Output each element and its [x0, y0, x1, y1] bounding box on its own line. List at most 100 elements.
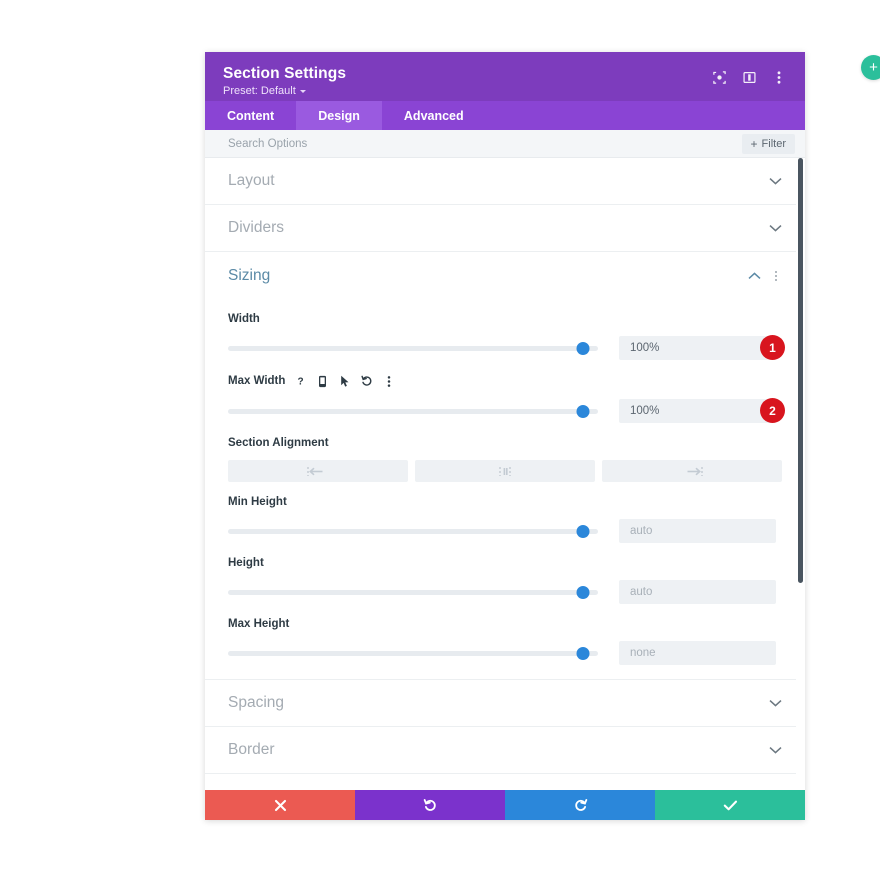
- section-toggle-sizing[interactable]: Sizing: [205, 252, 805, 299]
- min-height-slider[interactable]: [228, 520, 598, 542]
- slider-track: [228, 528, 598, 534]
- section-sizing: Sizing Width 100% 1 Max Width ? 100% 2 S…: [205, 252, 805, 680]
- panel-header: Section Settings Preset: Default: [205, 52, 805, 101]
- add-section-button[interactable]: +: [861, 55, 880, 80]
- plus-icon: +: [869, 59, 878, 76]
- field-label: Max Width: [228, 375, 286, 387]
- chevron-down-icon: [769, 744, 782, 757]
- undo-button[interactable]: [355, 790, 505, 820]
- field-label: Min Height: [228, 496, 287, 508]
- focus-target-icon[interactable]: [711, 69, 727, 85]
- header-titles: Section Settings Preset: Default: [223, 65, 346, 97]
- slider-thumb[interactable]: [576, 585, 590, 599]
- panel-layout-icon[interactable]: [741, 69, 757, 85]
- redo-button[interactable]: [505, 790, 655, 820]
- slider-track: [228, 589, 598, 595]
- redo-icon: [573, 798, 588, 813]
- section-controls-border: [769, 744, 782, 757]
- cursor-pointer-icon[interactable]: [338, 374, 351, 388]
- preset-label: Preset: Default: [223, 85, 296, 98]
- plus-icon: +: [750, 136, 758, 151]
- section-controls-spacing: [769, 697, 782, 710]
- slider-thumb[interactable]: [576, 646, 590, 660]
- max-width-value-box: 2: [619, 398, 785, 423]
- header-icon-group: [711, 69, 787, 85]
- section-toggle-layout[interactable]: Layout: [205, 158, 805, 205]
- field-label: Width: [228, 313, 260, 325]
- filter-label: Filter: [761, 137, 786, 150]
- field-min-height: Min Height: [205, 496, 805, 543]
- mobile-device-icon[interactable]: [316, 374, 329, 388]
- max-width-slider[interactable]: [228, 400, 598, 422]
- align-center-icon[interactable]: [415, 460, 595, 482]
- slider-row-min-height: [228, 519, 782, 543]
- search-input[interactable]: [228, 137, 558, 150]
- slider-thumb[interactable]: [576, 341, 590, 355]
- field-max-width: Max Width ? 100% 2: [205, 374, 805, 423]
- height-slider[interactable]: [228, 581, 598, 603]
- align-right-icon[interactable]: [602, 460, 782, 482]
- field-label-row-width: Width: [228, 313, 782, 325]
- height-input[interactable]: [630, 586, 765, 598]
- field-label-row-max-height: Max Height: [228, 618, 782, 630]
- preset-selector[interactable]: Preset: Default: [223, 85, 346, 97]
- field-icon-group: ?: [294, 374, 395, 388]
- section-title-sizing: Sizing: [228, 266, 271, 284]
- slider-thumb[interactable]: [576, 524, 590, 538]
- field-label-row-max-width: Max Width ?: [228, 374, 782, 388]
- chevron-up-icon[interactable]: [748, 269, 761, 282]
- tab-advanced[interactable]: Advanced: [382, 101, 486, 130]
- alignment-button-group: [228, 460, 782, 482]
- save-button[interactable]: [655, 790, 805, 820]
- section-title-spacing: Spacing: [228, 694, 285, 711]
- align-left-icon[interactable]: [228, 460, 408, 482]
- slider-track: [228, 650, 598, 656]
- check-icon: [723, 799, 738, 812]
- page-title: Section Settings: [223, 65, 347, 82]
- slider-row-width: 1: [228, 335, 785, 360]
- slider-row-max-height: [228, 641, 782, 665]
- chevron-down-icon: [769, 222, 782, 235]
- close-icon: [274, 799, 287, 812]
- max-width-input[interactable]: [630, 405, 765, 417]
- reset-icon[interactable]: [360, 374, 373, 388]
- step-badge-1: 1: [760, 335, 785, 360]
- section-controls-layout: [769, 175, 782, 188]
- width-slider[interactable]: [228, 337, 598, 359]
- section-toggle-border[interactable]: Border: [205, 727, 805, 774]
- chevron-down-icon: [769, 175, 782, 188]
- scrollbar-thumb[interactable]: [798, 158, 803, 583]
- max-height-slider[interactable]: [228, 642, 598, 664]
- section-toggle-dividers[interactable]: Dividers: [205, 205, 805, 252]
- more-options-icon[interactable]: [771, 69, 787, 85]
- section-controls-sizing: [748, 269, 782, 283]
- tab-design[interactable]: Design: [296, 101, 382, 130]
- more-options-icon[interactable]: [770, 269, 782, 283]
- field-label-row-min-height: Min Height: [228, 496, 782, 508]
- slider-thumb[interactable]: [576, 404, 590, 418]
- field-label-row-alignment: Section Alignment: [228, 437, 782, 449]
- scrollbar[interactable]: [796, 158, 805, 790]
- section-title-border: Border: [228, 741, 275, 758]
- chevron-down-icon: [769, 697, 782, 710]
- more-options-icon[interactable]: [382, 374, 395, 388]
- tab-bar: Content Design Advanced: [205, 101, 805, 130]
- field-section-alignment: Section Alignment: [205, 437, 805, 482]
- options-scroll-area[interactable]: Layout Dividers Sizing Width 100% 1 Max …: [205, 158, 805, 790]
- slider-row-height: [228, 580, 782, 604]
- min-height-input[interactable]: [630, 525, 765, 537]
- height-value-box: [619, 580, 776, 604]
- width-input[interactable]: [630, 342, 765, 354]
- tab-content[interactable]: Content: [205, 101, 296, 130]
- section-controls-dividers: [769, 222, 782, 235]
- section-toggle-spacing[interactable]: Spacing: [205, 680, 805, 727]
- help-icon[interactable]: ?: [294, 374, 307, 388]
- slider-row-max-width: 2: [228, 398, 785, 423]
- cancel-button[interactable]: [205, 790, 355, 820]
- filter-button[interactable]: + Filter: [741, 133, 795, 154]
- slider-track: [228, 345, 598, 351]
- slider-track: [228, 408, 598, 414]
- max-height-input[interactable]: [630, 647, 765, 659]
- svg-text:?: ?: [298, 377, 304, 388]
- section-title-dividers: Dividers: [228, 219, 284, 236]
